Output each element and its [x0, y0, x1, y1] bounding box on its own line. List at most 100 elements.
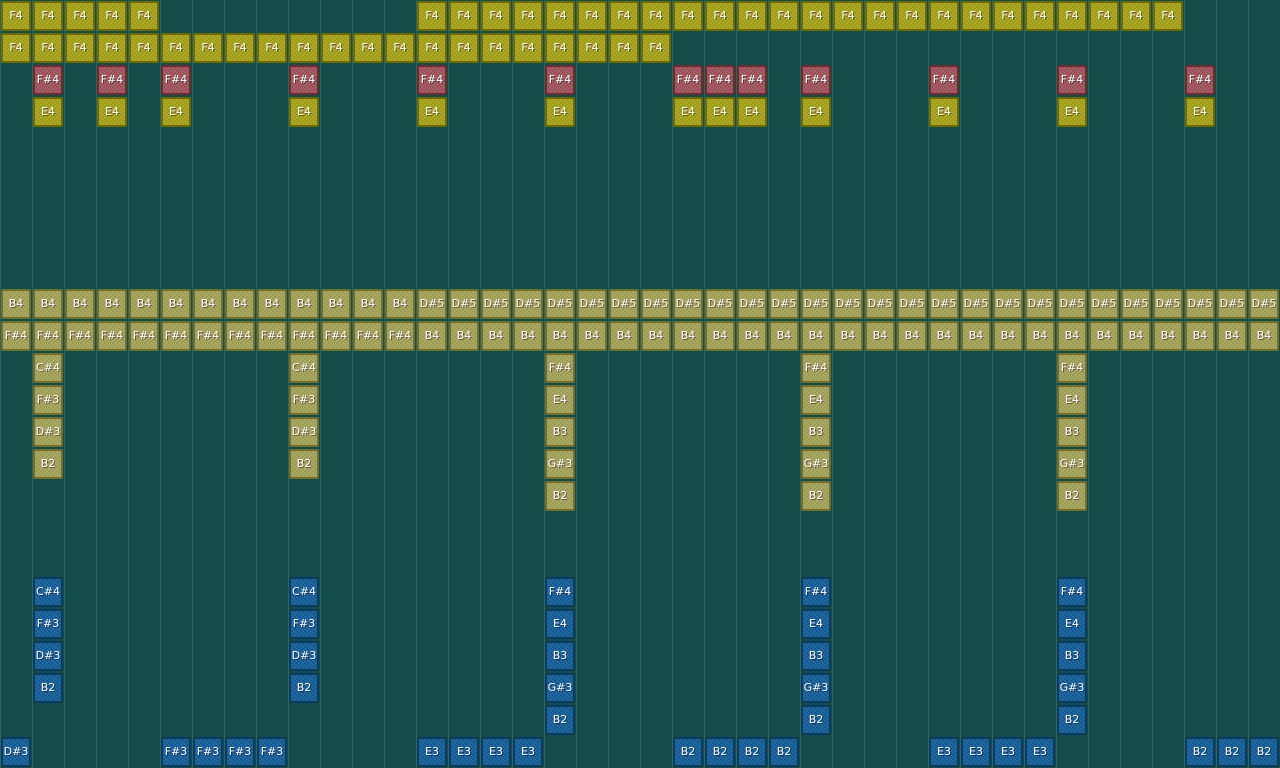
accent-note-block[interactable]: F#4: [97, 65, 127, 95]
harmony-note-block[interactable]: B4: [545, 321, 575, 351]
harmony-note-block[interactable]: B4: [865, 321, 895, 351]
lead-note-block[interactable]: F4: [641, 1, 671, 31]
bass-note-block[interactable]: D#3: [1, 737, 31, 767]
lead-note-block[interactable]: E4: [289, 97, 319, 127]
accent-note-block[interactable]: F#4: [705, 65, 735, 95]
harmony-note-block[interactable]: B2: [33, 449, 63, 479]
accent-note-block[interactable]: F#4: [801, 65, 831, 95]
harmony-note-block[interactable]: F#4: [385, 321, 415, 351]
lead-note-block[interactable]: E4: [417, 97, 447, 127]
harmony-note-block[interactable]: F#4: [289, 321, 319, 351]
lead-note-block[interactable]: F4: [1, 33, 31, 63]
lead-note-block[interactable]: F4: [737, 1, 767, 31]
harmony-note-block[interactable]: D#5: [673, 289, 703, 319]
harmony-note-block[interactable]: B4: [1185, 321, 1215, 351]
harmony-note-block[interactable]: D#5: [1185, 289, 1215, 319]
harmony-note-block[interactable]: B4: [481, 321, 511, 351]
harmony-note-block[interactable]: B4: [993, 321, 1023, 351]
harmony-note-block[interactable]: D#5: [705, 289, 735, 319]
harmony-note-block[interactable]: F#3: [33, 385, 63, 415]
lead-note-block[interactable]: E4: [705, 97, 735, 127]
harmony-note-block[interactable]: B4: [193, 289, 223, 319]
piano-roll-grid[interactable]: F4 F4 F4 F4 F4 F4 F4 F4 F4 F4 F4 F4 F4 F4 F4 F4 F4 F4 F4 F4…: [0, 0, 1280, 768]
lead-note-block[interactable]: F4: [385, 33, 415, 63]
bass-note-block[interactable]: B2: [769, 737, 799, 767]
bass-note-block[interactable]: E4: [545, 609, 575, 639]
harmony-note-block[interactable]: D#5: [993, 289, 1023, 319]
harmony-note-block[interactable]: B4: [1025, 321, 1055, 351]
accent-note-block[interactable]: F#4: [673, 65, 703, 95]
harmony-note-block[interactable]: B3: [1057, 417, 1087, 447]
bass-note-block[interactable]: F#3: [257, 737, 287, 767]
lead-note-block[interactable]: F4: [449, 1, 479, 31]
harmony-note-block[interactable]: B4: [1121, 321, 1151, 351]
harmony-note-block[interactable]: D#5: [769, 289, 799, 319]
bass-note-block[interactable]: B2: [705, 737, 735, 767]
harmony-note-block[interactable]: D#3: [289, 417, 319, 447]
harmony-note-block[interactable]: D#5: [1121, 289, 1151, 319]
lead-note-block[interactable]: F4: [417, 33, 447, 63]
harmony-note-block[interactable]: B4: [97, 289, 127, 319]
lead-note-block[interactable]: F4: [1025, 1, 1055, 31]
bass-note-block[interactable]: C#4: [289, 577, 319, 607]
harmony-note-block[interactable]: B3: [801, 417, 831, 447]
harmony-note-block[interactable]: D#5: [1153, 289, 1183, 319]
lead-note-block[interactable]: E4: [1057, 97, 1087, 127]
harmony-note-block[interactable]: B4: [609, 321, 639, 351]
harmony-note-block[interactable]: D#5: [513, 289, 543, 319]
bass-note-block[interactable]: F#3: [289, 609, 319, 639]
lead-note-block[interactable]: E4: [929, 97, 959, 127]
harmony-note-block[interactable]: D#3: [33, 417, 63, 447]
lead-note-block[interactable]: F4: [33, 33, 63, 63]
harmony-note-block[interactable]: B4: [961, 321, 991, 351]
harmony-note-block[interactable]: D#5: [897, 289, 927, 319]
lead-note-block[interactable]: F4: [641, 33, 671, 63]
bass-note-block[interactable]: B2: [737, 737, 767, 767]
harmony-note-block[interactable]: B4: [65, 289, 95, 319]
lead-note-block[interactable]: F4: [129, 1, 159, 31]
lead-note-block[interactable]: F4: [449, 33, 479, 63]
harmony-note-block[interactable]: B2: [289, 449, 319, 479]
lead-note-block[interactable]: F4: [865, 1, 895, 31]
harmony-note-block[interactable]: B4: [1217, 321, 1247, 351]
bass-note-block[interactable]: E3: [993, 737, 1023, 767]
harmony-note-block[interactable]: B4: [1089, 321, 1119, 351]
harmony-note-block[interactable]: D#5: [417, 289, 447, 319]
harmony-note-block[interactable]: D#5: [481, 289, 511, 319]
bass-note-block[interactable]: F#4: [801, 577, 831, 607]
bass-note-block[interactable]: C#4: [33, 577, 63, 607]
bass-note-block[interactable]: B2: [673, 737, 703, 767]
harmony-note-block[interactable]: D#5: [577, 289, 607, 319]
bass-note-block[interactable]: B2: [1249, 737, 1279, 767]
accent-note-block[interactable]: F#4: [1057, 65, 1087, 95]
harmony-note-block[interactable]: B4: [161, 289, 191, 319]
bass-note-block[interactable]: F#4: [1057, 577, 1087, 607]
bass-note-block[interactable]: D#3: [33, 641, 63, 671]
lead-note-block[interactable]: F4: [769, 1, 799, 31]
lead-note-block[interactable]: F4: [545, 1, 575, 31]
bass-note-block[interactable]: E3: [1025, 737, 1055, 767]
accent-note-block[interactable]: F#4: [161, 65, 191, 95]
bass-note-block[interactable]: E3: [929, 737, 959, 767]
lead-note-block[interactable]: F4: [673, 1, 703, 31]
harmony-note-block[interactable]: B2: [545, 481, 575, 511]
bass-note-block[interactable]: F#3: [225, 737, 255, 767]
accent-note-block[interactable]: F#4: [1185, 65, 1215, 95]
lead-note-block[interactable]: F4: [1153, 1, 1183, 31]
bass-note-block[interactable]: B2: [545, 705, 575, 735]
bass-note-block[interactable]: G#3: [801, 673, 831, 703]
accent-note-block[interactable]: F#4: [33, 65, 63, 95]
harmony-note-block[interactable]: D#5: [961, 289, 991, 319]
harmony-note-block[interactable]: B4: [417, 321, 447, 351]
lead-note-block[interactable]: E4: [801, 97, 831, 127]
lead-note-block[interactable]: F4: [161, 33, 191, 63]
lead-note-block[interactable]: F4: [1089, 1, 1119, 31]
bass-note-block[interactable]: B2: [289, 673, 319, 703]
bass-note-block[interactable]: E3: [449, 737, 479, 767]
bass-note-block[interactable]: E4: [1057, 609, 1087, 639]
lead-note-block[interactable]: F4: [481, 1, 511, 31]
harmony-note-block[interactable]: F#3: [289, 385, 319, 415]
bass-note-block[interactable]: E4: [801, 609, 831, 639]
lead-note-block[interactable]: F4: [417, 1, 447, 31]
harmony-note-block[interactable]: F#4: [353, 321, 383, 351]
